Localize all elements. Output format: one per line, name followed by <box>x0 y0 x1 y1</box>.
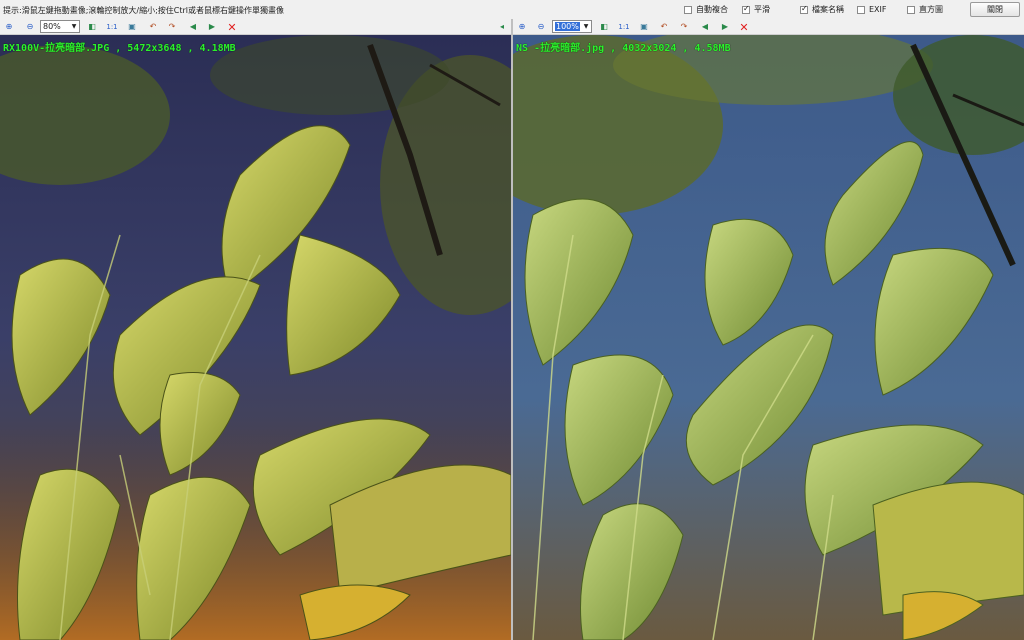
rotate-right-icon[interactable]: ↷ <box>166 21 178 33</box>
previous-icon[interactable]: ◀ <box>699 21 711 33</box>
left-photo <box>0 35 511 640</box>
histogram-checkbox[interactable]: 直方圖 <box>907 4 943 15</box>
close-button[interactable]: 關閉 <box>970 2 1020 17</box>
chevron-down-icon: ▼ <box>583 23 589 30</box>
rotate-right-icon[interactable]: ↷ <box>678 21 690 33</box>
sync-arrow-icon[interactable]: ◂ <box>496 21 508 33</box>
previous-icon[interactable]: ◀ <box>187 21 199 33</box>
actual-size-button[interactable]: 1:1 <box>105 21 119 33</box>
zoom-value: 80% <box>43 22 61 31</box>
checkbox-box <box>907 5 915 14</box>
checkbox-label: EXIF <box>869 5 887 14</box>
actual-size-button[interactable]: 1:1 <box>617 21 631 33</box>
zoom-in-icon[interactable]: ⊕ <box>516 21 528 33</box>
auto-composite-checkbox[interactable]: 自動複合 <box>684 4 728 15</box>
checkbox-box <box>684 5 692 14</box>
checkbox-box <box>742 4 750 14</box>
screen-fit-icon[interactable]: ▣ <box>126 21 138 33</box>
next-icon[interactable]: ▶ <box>206 21 218 33</box>
checkbox-label: 自動複合 <box>696 5 728 14</box>
options-bar: 提示:滑鼠左鍵拖動畫像;滾輪控制放大/縮小;按住Ctrl或者鼠標右鍵操作單獨畫像… <box>0 0 1024 20</box>
left-file-caption: RX100V-拉亮暗部.JPG , 5472x3648 , 4.18MB <box>3 43 236 54</box>
zoom-select[interactable]: 80% ▼ <box>40 20 80 33</box>
usage-hint: 提示:滑鼠左鍵拖動畫像;滾輪控制放大/縮小;按住Ctrl或者鼠標右鍵操作單獨畫像 <box>3 6 285 15</box>
fit-icon[interactable]: ◧ <box>86 21 98 33</box>
checkbox-box <box>857 5 865 14</box>
delete-icon[interactable]: ✕ <box>226 21 238 33</box>
zoom-in-icon[interactable]: ⊕ <box>3 21 15 33</box>
checkbox-box <box>800 4 808 14</box>
zoom-out-icon[interactable]: ⊖ <box>24 21 36 33</box>
checkbox-label: 檔案名稱 <box>812 5 844 14</box>
smooth-checkbox[interactable]: 平滑 <box>742 4 770 15</box>
filename-checkbox[interactable]: 檔案名稱 <box>800 4 844 15</box>
right-image-pane[interactable]: ⊕ ⊖ 100% ▼ ◧ 1:1 ▣ ↶ ↷ ◀ ▶ ✕ NS -拉亮暗部.jp… <box>513 19 1024 640</box>
zoom-value: 100% <box>555 22 580 31</box>
right-file-caption: NS -拉亮暗部.jpg , 4032x3024 , 4.58MB <box>516 43 731 54</box>
fit-icon[interactable]: ◧ <box>598 21 610 33</box>
left-image-pane[interactable]: ⊕ ⊖ 80% ▼ ◧ 1:1 ▣ ↶ ↷ ◀ ▶ ✕ ◂ RX100V-拉亮暗… <box>0 19 511 640</box>
left-toolbar: ⊕ ⊖ 80% ▼ ◧ 1:1 ▣ ↶ ↷ ◀ ▶ ✕ ◂ <box>0 19 511 35</box>
checkbox-label: 直方圖 <box>919 5 943 14</box>
screen-fit-icon[interactable]: ▣ <box>638 21 650 33</box>
zoom-select[interactable]: 100% ▼ <box>552 20 592 33</box>
right-photo <box>513 35 1024 640</box>
rotate-left-icon[interactable]: ↶ <box>147 21 159 33</box>
next-icon[interactable]: ▶ <box>719 21 731 33</box>
checkbox-label: 平滑 <box>754 5 770 14</box>
zoom-out-icon[interactable]: ⊖ <box>535 21 547 33</box>
chevron-down-icon: ▼ <box>71 23 77 30</box>
delete-icon[interactable]: ✕ <box>738 21 750 33</box>
exif-checkbox[interactable]: EXIF <box>857 4 887 15</box>
right-toolbar: ⊕ ⊖ 100% ▼ ◧ 1:1 ▣ ↶ ↷ ◀ ▶ ✕ <box>513 19 1024 35</box>
rotate-left-icon[interactable]: ↶ <box>658 21 670 33</box>
